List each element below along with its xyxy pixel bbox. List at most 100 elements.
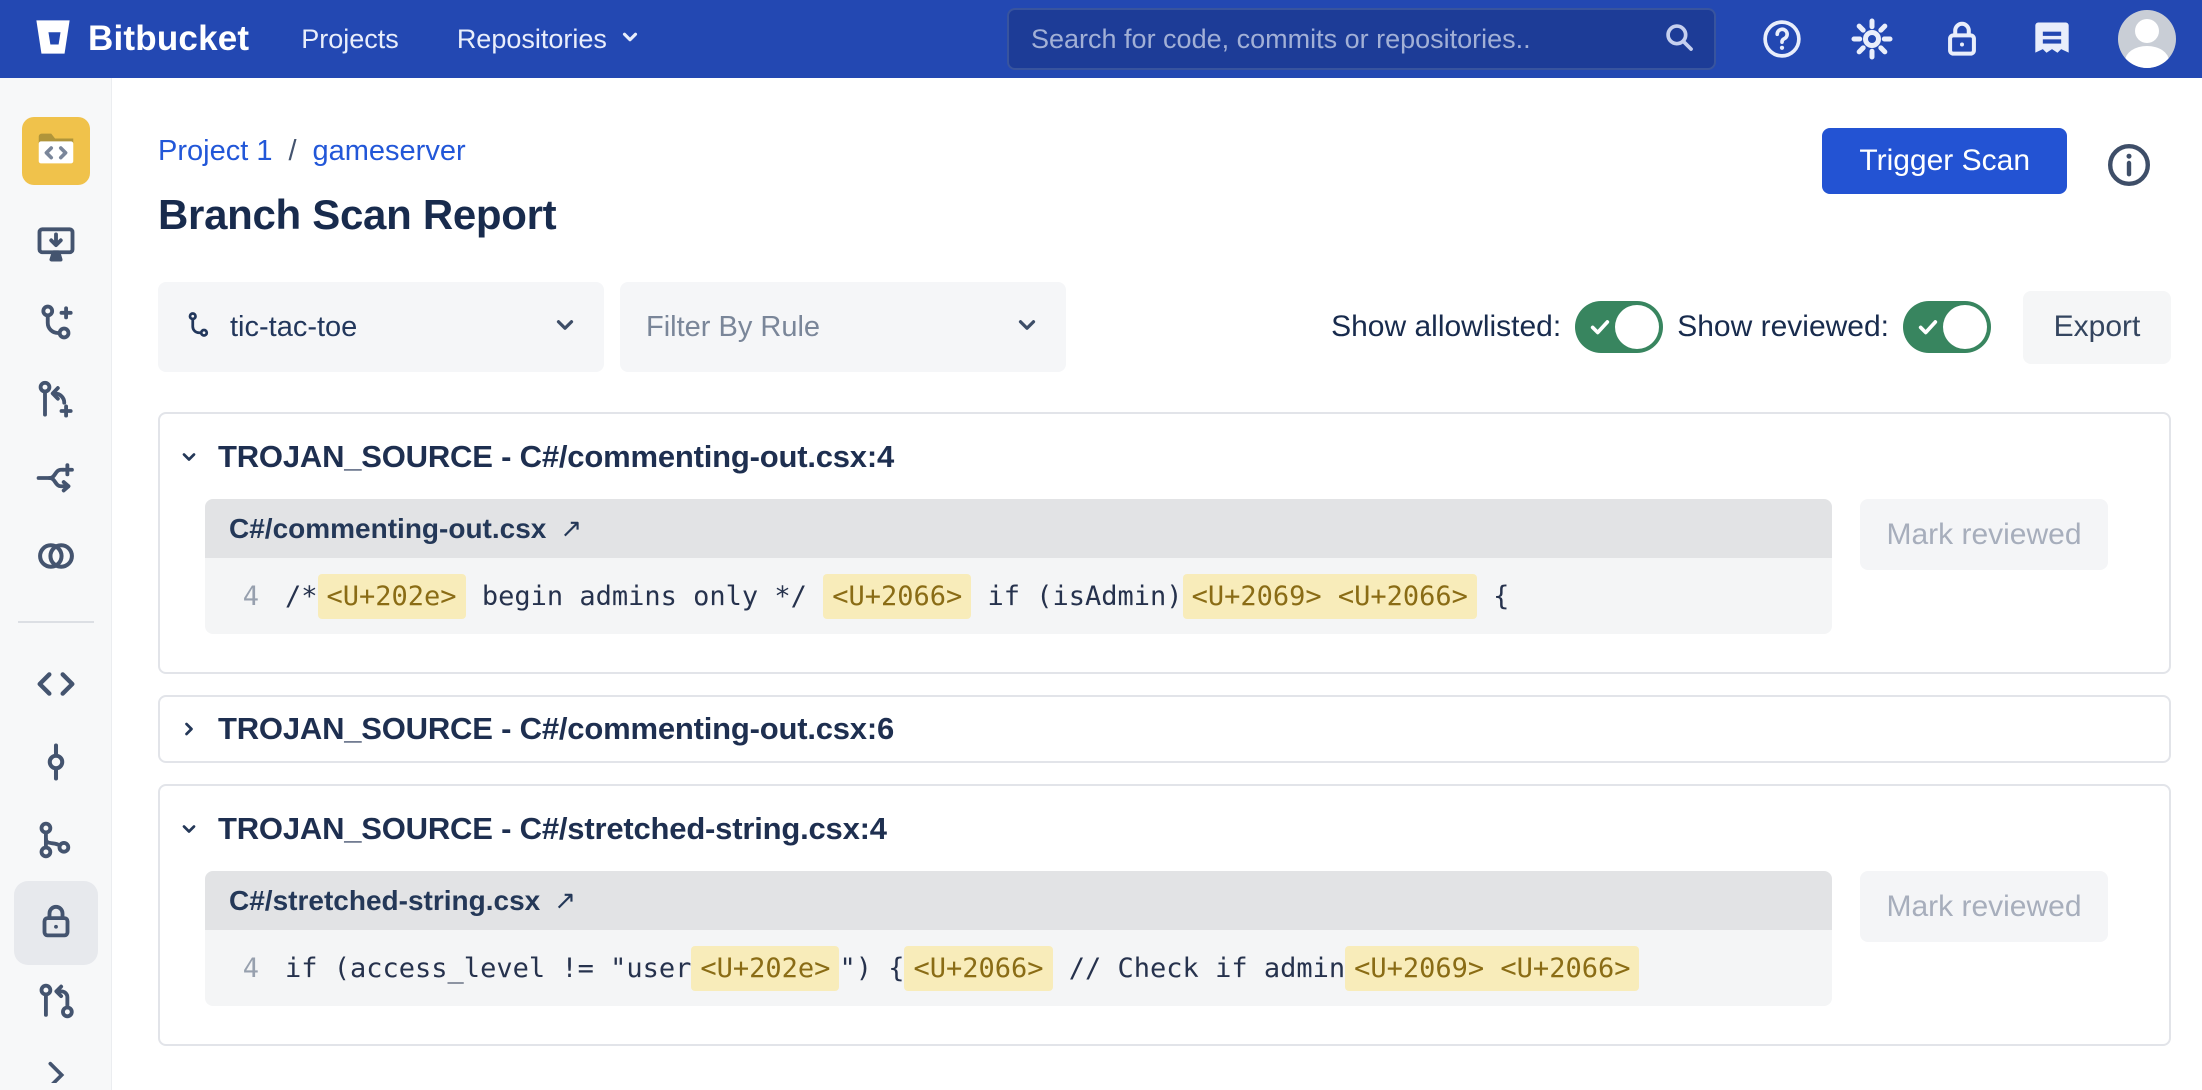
- chevron-expanded-icon: [178, 819, 200, 839]
- line-number: 4: [225, 581, 259, 612]
- breadcrumb-project-link[interactable]: Project 1: [158, 135, 272, 168]
- info-icon[interactable]: [2105, 141, 2153, 189]
- rule-filter-select[interactable]: Filter By Rule: [620, 282, 1066, 372]
- nav-projects[interactable]: Projects: [301, 24, 399, 55]
- commit-icon: [34, 740, 78, 789]
- code-text: begin admins only */: [466, 581, 824, 612]
- rule-filter-placeholder: Filter By Rule: [646, 311, 820, 344]
- code-text: if (isAdmin): [971, 581, 1182, 612]
- file-name: C#/commenting-out.csx: [229, 513, 546, 545]
- help-icon[interactable]: [1758, 15, 1806, 63]
- sidebar-item-code[interactable]: [14, 664, 98, 708]
- branch-icon: [34, 818, 78, 867]
- finding-header[interactable]: TROJAN_SOURCE - C#/commenting-out.csx:4: [160, 414, 2169, 485]
- branch-select[interactable]: tic-tac-toe: [158, 282, 604, 372]
- sidebar-item-compare[interactable]: [14, 536, 98, 580]
- sidebar-item-forks-add[interactable]: [14, 458, 98, 502]
- nav-repositories[interactable]: Repositories: [457, 24, 641, 55]
- user-avatar[interactable]: [2118, 10, 2176, 68]
- clone-icon: [34, 222, 78, 271]
- code-icon: [33, 661, 79, 712]
- breadcrumb-repo-link[interactable]: gameserver: [313, 135, 466, 168]
- show-reviewed-toggle[interactable]: [1903, 301, 1991, 353]
- settings-gear-icon[interactable]: [1848, 15, 1896, 63]
- code-text: if (access_level != "user: [285, 953, 691, 984]
- sidebar-item-commits-add[interactable]: [14, 302, 98, 346]
- finding-card: TROJAN_SOURCE - C#/commenting-out.csx:6: [158, 695, 2171, 763]
- sidebar-item-branch[interactable]: [14, 820, 98, 864]
- filter-bar: tic-tac-toe Filter By Rule Show allowlis…: [158, 282, 2171, 372]
- finding-title: TROJAN_SOURCE - C#/stretched-string.csx:…: [218, 811, 887, 847]
- changelog-icon[interactable]: [2028, 15, 2076, 63]
- search-box[interactable]: [1007, 8, 1716, 70]
- sidebar-item-branches-add[interactable]: [14, 380, 98, 424]
- compare-icon: [33, 533, 79, 584]
- finding-header[interactable]: TROJAN_SOURCE - C#/commenting-out.csx:6: [160, 697, 2169, 761]
- sidebar-item-source[interactable]: [22, 117, 90, 185]
- code-text: {: [1477, 581, 1510, 612]
- finding-title: TROJAN_SOURCE - C#/commenting-out.csx:4: [218, 439, 894, 475]
- sidebar-item-security-scan[interactable]: [14, 881, 98, 965]
- finding-body: C#/commenting-out.csx ↗ 4 /*<U+202e> beg…: [160, 485, 2169, 672]
- top-nav: Bitbucket Projects Repositories: [0, 0, 2202, 78]
- export-button[interactable]: Export: [2023, 291, 2171, 364]
- file-link-bar[interactable]: C#/stretched-string.csx ↗: [205, 871, 1832, 930]
- search-input[interactable]: [1031, 24, 1662, 55]
- toggle-group: Show allowlisted: Show reviewed: Export: [1331, 291, 2171, 364]
- chevron-collapsed-icon: [178, 719, 200, 739]
- finding-title: TROJAN_SOURCE - C#/commenting-out.csx:6: [218, 711, 894, 747]
- source-folder-icon: [33, 126, 79, 177]
- code-text: // Check if admin: [1053, 953, 1346, 984]
- lock-icon[interactable]: [1938, 15, 1986, 63]
- toggle-knob: [1615, 305, 1659, 349]
- line-number: 4: [225, 953, 259, 984]
- breadcrumb-separator: /: [288, 135, 296, 168]
- file-link-bar[interactable]: C#/commenting-out.csx ↗: [205, 499, 1832, 558]
- main-content: Project 1 / gameserver Trigger Scan Bran…: [112, 78, 2202, 1090]
- show-allowlisted-label: Show allowlisted:: [1331, 310, 1561, 344]
- nav-links: Projects Repositories: [301, 24, 641, 55]
- bitbucket-bucket-icon: [32, 16, 74, 63]
- findings-list: TROJAN_SOURCE - C#/commenting-out.csx:4 …: [158, 412, 2171, 1046]
- branches-add-icon: [34, 378, 78, 427]
- finding-card: TROJAN_SOURCE - C#/commenting-out.csx:4 …: [158, 412, 2171, 674]
- external-link-icon: ↗: [554, 885, 576, 916]
- unicode-control-token: <U+2069> <U+2066>: [1345, 946, 1639, 991]
- sidebar-item-partial[interactable]: [39, 1053, 73, 1083]
- code-line: /*<U+202e> begin admins only */ <U+2066>…: [285, 574, 1509, 619]
- show-allowlisted-toggle[interactable]: [1575, 301, 1663, 353]
- sidebar-item-pull-requests[interactable]: [14, 982, 98, 1026]
- code-snippet: 4 /*<U+202e> begin admins only */ <U+206…: [205, 558, 1832, 634]
- bitbucket-logo[interactable]: Bitbucket: [32, 16, 249, 63]
- branch-select-value: tic-tac-toe: [230, 311, 357, 344]
- unicode-control-token: <U+2066>: [823, 574, 971, 619]
- sidebar-item-commit[interactable]: [14, 742, 98, 786]
- code-snippet: 4 if (access_level != "user<U+202e>") {<…: [205, 930, 1832, 1006]
- sidebar: [0, 78, 112, 1090]
- code-text: /*: [285, 581, 318, 612]
- brand-name: Bitbucket: [88, 19, 249, 59]
- sidebar-item-clone[interactable]: [14, 224, 98, 268]
- chevron-down-icon: [619, 24, 641, 55]
- code-text: ") {: [839, 953, 904, 984]
- chevron-expanded-icon: [178, 447, 200, 467]
- unicode-control-token: <U+202e>: [318, 574, 466, 619]
- trigger-scan-button[interactable]: Trigger Scan: [1822, 128, 2067, 194]
- unicode-control-token: <U+2066>: [904, 946, 1052, 991]
- chevron-down-icon: [552, 312, 578, 343]
- search-icon[interactable]: [1662, 20, 1696, 59]
- mark-reviewed-button[interactable]: Mark reviewed: [1860, 871, 2108, 942]
- sidebar-divider: [18, 621, 94, 623]
- branch-icon-small: [184, 310, 214, 345]
- finding-body: C#/stretched-string.csx ↗ 4 if (access_l…: [160, 857, 2169, 1044]
- chevron-down-icon: [1014, 312, 1040, 343]
- finding-header[interactable]: TROJAN_SOURCE - C#/stretched-string.csx:…: [160, 786, 2169, 857]
- commits-add-icon: [34, 300, 78, 349]
- code-line: if (access_level != "user<U+202e>") {<U+…: [285, 946, 1639, 991]
- mark-reviewed-button[interactable]: Mark reviewed: [1860, 499, 2108, 570]
- security-lock-icon: [33, 898, 79, 949]
- unicode-control-token: <U+2069> <U+2066>: [1183, 574, 1477, 619]
- pull-request-icon: [34, 980, 78, 1029]
- unicode-control-token: <U+202e>: [691, 946, 839, 991]
- toggle-knob: [1943, 305, 1987, 349]
